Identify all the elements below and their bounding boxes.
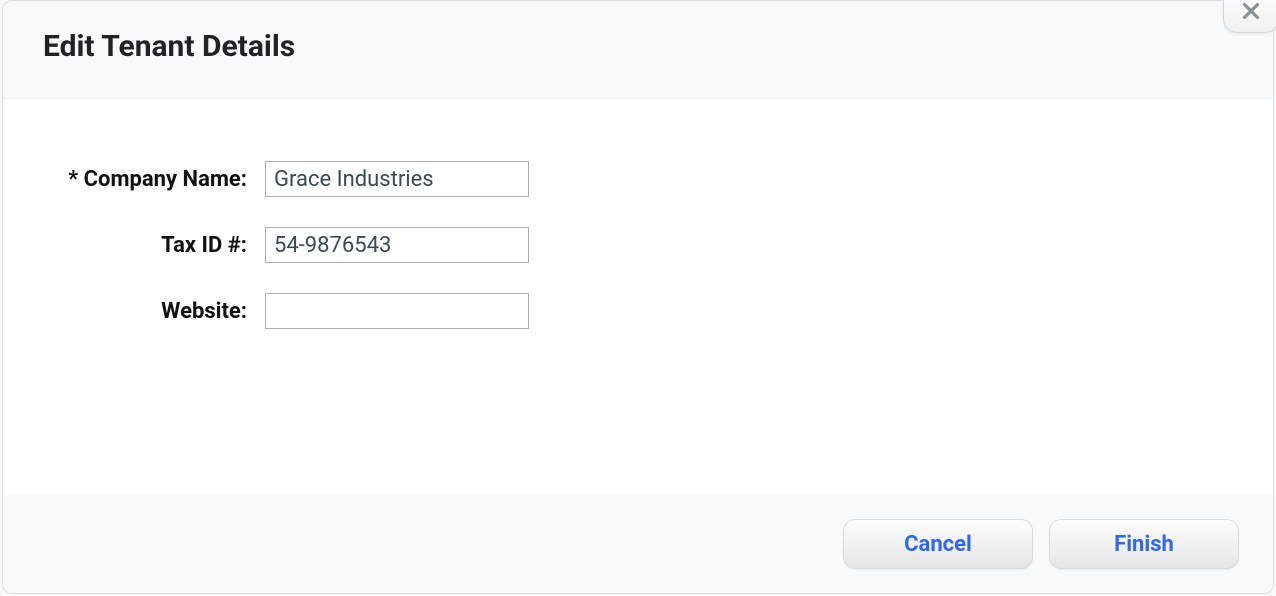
edit-tenant-dialog: Edit Tenant Details * Company Name: Tax … (2, 0, 1274, 594)
dialog-header: Edit Tenant Details (3, 1, 1273, 99)
company-name-input[interactable] (265, 161, 529, 197)
website-label: Website: (43, 299, 265, 324)
website-input[interactable] (265, 293, 529, 329)
company-name-label: * Company Name: (43, 167, 265, 192)
tax-id-row: Tax ID #: (43, 227, 1233, 263)
cancel-button[interactable]: Cancel (843, 519, 1033, 569)
website-row: Website: (43, 293, 1233, 329)
dialog-title: Edit Tenant Details (43, 29, 1233, 64)
close-button[interactable] (1223, 0, 1276, 33)
dialog-body: * Company Name: Tax ID #: Website: (3, 99, 1273, 519)
dialog-footer: Cancel Finish (3, 495, 1273, 593)
company-name-row: * Company Name: (43, 161, 1233, 197)
close-icon (1240, 0, 1262, 26)
tax-id-label: Tax ID #: (43, 233, 265, 258)
tax-id-input[interactable] (265, 227, 529, 263)
finish-button[interactable]: Finish (1049, 519, 1239, 569)
